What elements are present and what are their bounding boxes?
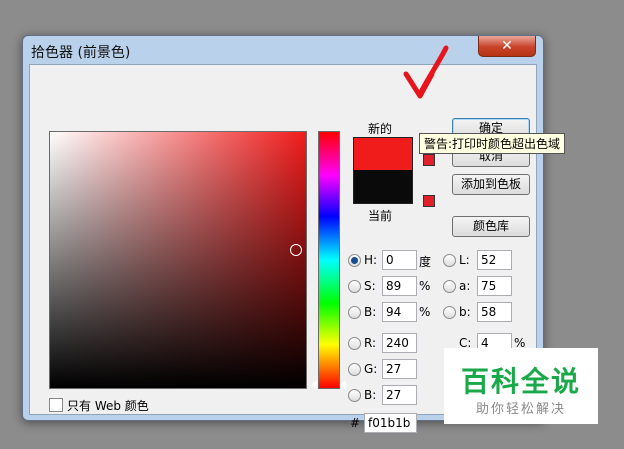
brightness-radio[interactable]	[348, 306, 361, 319]
blue-label: B:	[364, 388, 377, 402]
new-color-label: 新的	[368, 122, 393, 136]
lab-l-label: L:	[459, 253, 470, 267]
color-libraries-button[interactable]: 颜色库	[452, 216, 530, 237]
lab-l-radio[interactable]	[443, 254, 456, 267]
lab-l-input[interactable]: 52	[477, 250, 512, 270]
lab-b-label: b:	[459, 305, 471, 319]
hex-input[interactable]: f01b1b	[364, 413, 417, 433]
current-color-label: 当前	[368, 209, 393, 223]
watermark-title: 百科全说	[460, 365, 581, 398]
color-field[interactable]	[49, 131, 307, 389]
title-bar[interactable]: 拾色器 (前景色) ✕	[23, 36, 543, 64]
blue-radio[interactable]	[348, 389, 361, 402]
lab-b-radio[interactable]	[443, 306, 456, 319]
saturation-radio[interactable]	[348, 280, 361, 293]
watermark-subtitle: 助你轻松解决	[475, 402, 566, 417]
lab-a-input[interactable]: 75	[477, 276, 512, 296]
saturation-label: S:	[364, 279, 376, 293]
green-label: G:	[364, 362, 378, 376]
saturation-input[interactable]: 89	[382, 276, 417, 296]
in-gamut-color-swatch[interactable]	[423, 154, 435, 166]
add-to-swatches-button[interactable]: 添加到色板	[452, 174, 530, 195]
lab-b-input[interactable]: 58	[477, 302, 512, 322]
brightness-label: B:	[364, 305, 377, 319]
red-input[interactable]: 240	[382, 333, 417, 353]
brightness-input[interactable]: 94	[382, 302, 417, 322]
saturation-unit: %	[419, 279, 431, 293]
gamut-warning-tooltip: 警告:打印时颜色超出色域	[419, 133, 566, 154]
green-radio[interactable]	[348, 363, 361, 376]
dialog-title: 拾色器 (前景色)	[31, 45, 131, 61]
hue-unit: 度	[419, 255, 432, 269]
hue-slider-right-arrow[interactable]	[340, 380, 346, 390]
blue-input[interactable]: 27	[382, 385, 417, 405]
color-picker-circle[interactable]	[290, 244, 302, 256]
brightness-unit: %	[419, 305, 431, 319]
hue-slider[interactable]	[318, 131, 340, 389]
red-radio[interactable]	[348, 337, 361, 350]
red-label: R:	[364, 336, 377, 350]
new-color-swatch[interactable]	[353, 137, 413, 171]
hex-label: #	[350, 416, 361, 430]
green-input[interactable]: 27	[382, 359, 417, 379]
web-colors-only-label: 只有 Web 颜色	[67, 399, 149, 413]
lab-a-radio[interactable]	[443, 280, 456, 293]
hue-input[interactable]: 0	[382, 250, 417, 270]
hue-radio[interactable]	[348, 254, 361, 267]
lab-a-label: a:	[459, 279, 471, 293]
hue-slider-left-arrow[interactable]	[311, 380, 317, 390]
watermark: 百科全说 助你轻松解决	[444, 348, 598, 424]
red-arrow-annotation	[403, 45, 449, 99]
current-color-swatch[interactable]	[353, 170, 413, 204]
close-button[interactable]: ✕	[478, 36, 536, 57]
web-colors-only-checkbox[interactable]	[49, 398, 63, 412]
hue-label: H:	[364, 253, 378, 267]
web-safe-color-swatch[interactable]	[423, 195, 435, 207]
